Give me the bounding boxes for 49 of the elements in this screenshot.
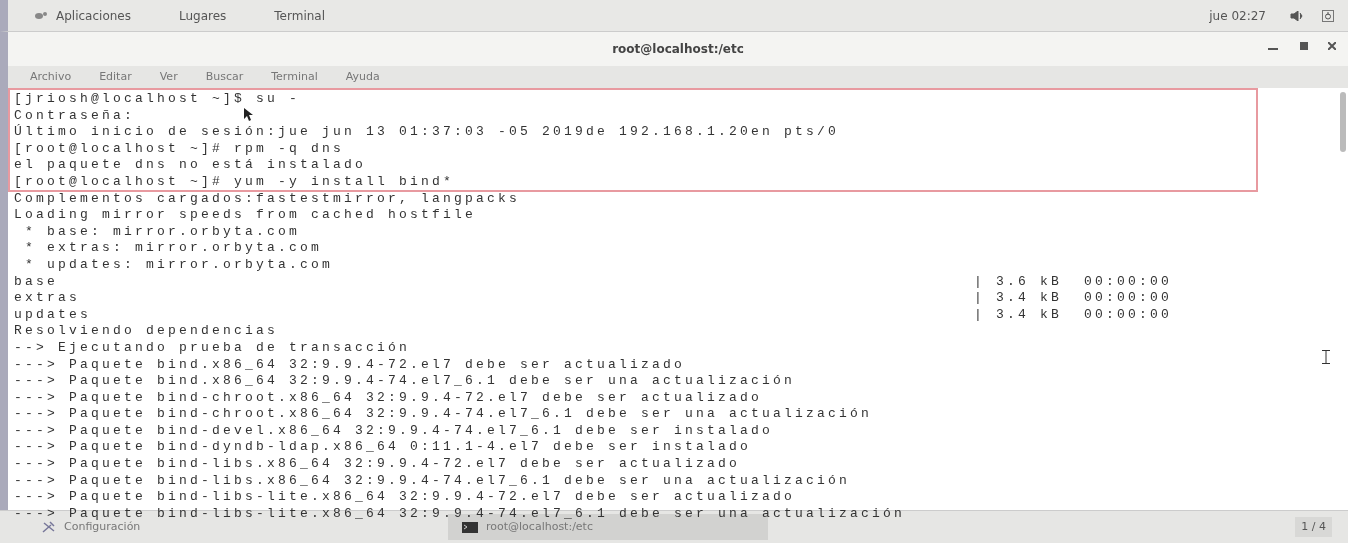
terminal-line: ---> Paquete bind.x86_64 32:9.9.4-74.el7_6.1 debe ser una actualización (14, 373, 796, 390)
terminal-line: * base: mirror.orbyta.com (24, 223, 301, 241)
terminal-line: [jriosh@localhost ~]$ su - (14, 91, 301, 108)
power-icon[interactable] (1322, 9, 1334, 22)
repo-status: | 3.4 kB 00:00:00 (974, 306, 1173, 324)
menu-item[interactable]: Ayuda (345, 68, 380, 86)
terminal-line: extras (14, 290, 81, 307)
repo-status: | 3.4 kB 00:00:00 (974, 290, 1173, 307)
menu-item[interactable]: Buscar (205, 68, 244, 86)
volume-icon[interactable] (1290, 10, 1304, 21)
wrench-icon (42, 521, 56, 533)
workspace-indicator[interactable]: 1 / 4 (1295, 516, 1332, 538)
clock[interactable]: jue 02:27 (1209, 6, 1266, 25)
top-menu-item[interactable]: Aplicaciones (56, 6, 131, 25)
terminal-line: Último inicio de sesión:jue jun 13 01:37:03 -05 2019de 192.168.1.20en pts/0 (14, 124, 840, 141)
terminal-line: ---> Paquete bind-chroot.x86_64 32:9.9.4-74.el7_6.1 debe ser una actualización (14, 406, 873, 423)
top-menu-item[interactable]: Lugares (178, 6, 227, 25)
terminal-line: [root@localhost ~]# rpm -q dns (14, 140, 345, 158)
menu-item[interactable]: Editar (99, 68, 132, 86)
text-cursor-icon (1322, 350, 1330, 364)
terminal-icon (462, 521, 478, 533)
scrollbar-thumb[interactable] (1340, 92, 1346, 152)
terminal-line: --> Ejecutando prueba de transacción (14, 339, 411, 357)
repo-status: | 3.6 kB 00:00:00 (974, 273, 1173, 291)
terminal-line: Resolviendo dependencias (14, 323, 279, 340)
terminal-line: ---> Paquete bind.x86_64 32:9.9.4-72.el7 debe ser actualizado (14, 356, 686, 374)
terminal-line: el paquete dns no está instalado (14, 157, 367, 174)
terminal-line: * extras: mirror.orbyta.com (24, 240, 323, 257)
terminal-line: base (14, 273, 59, 291)
terminal-line: ---> Paquete bind-libs.x86_64 32:9.9.4-72.el7 debe ser actualizado (14, 456, 741, 473)
footprint-icon (34, 10, 48, 21)
menu-item[interactable]: Terminal (271, 68, 318, 86)
menu-item[interactable]: Archivo (30, 68, 72, 86)
terminal-line: ---> Paquete bind-chroot.x86_64 32:9.9.4-72.el7 debe ser actualizado (14, 389, 763, 407)
menu-item[interactable]: Ver (159, 68, 178, 86)
mouse-pointer-icon (244, 108, 253, 121)
window-title: root@localhost:/etc (612, 41, 744, 58)
terminal-line: Loading mirror speeds from cached hostfile (14, 207, 477, 224)
top-menu-item[interactable]: Terminal (274, 6, 326, 25)
terminal-line: Contraseña: (14, 107, 135, 124)
terminal-line: [root@localhost ~]# yum -y install bind* (14, 173, 455, 191)
terminal-line: ---> Paquete bind-libs.x86_64 32:9.9.4-74.el7_6.1 debe ser una actualización (14, 472, 851, 490)
terminal-line: ---> Paquete bind-libs-lite.x86_64 32:9.9.4-72.el7 debe ser actualizado (14, 489, 796, 506)
terminal-line: updates (14, 306, 92, 324)
close-icon[interactable] (1328, 42, 1336, 50)
terminal-line: ---> Paquete bind-devel.x86_64 32:9.9.4-74.el7_6.1 debe ser instalado (14, 422, 774, 440)
terminal-line: * updates: mirror.orbyta.com (24, 256, 334, 274)
terminal-line: Complementos cargados:fastestmirror, langpacks (14, 190, 521, 208)
terminal-line: ---> Paquete bind-dyndb-ldap.x86_64 0:11.1-4.el7 debe ser instalado (14, 439, 752, 457)
